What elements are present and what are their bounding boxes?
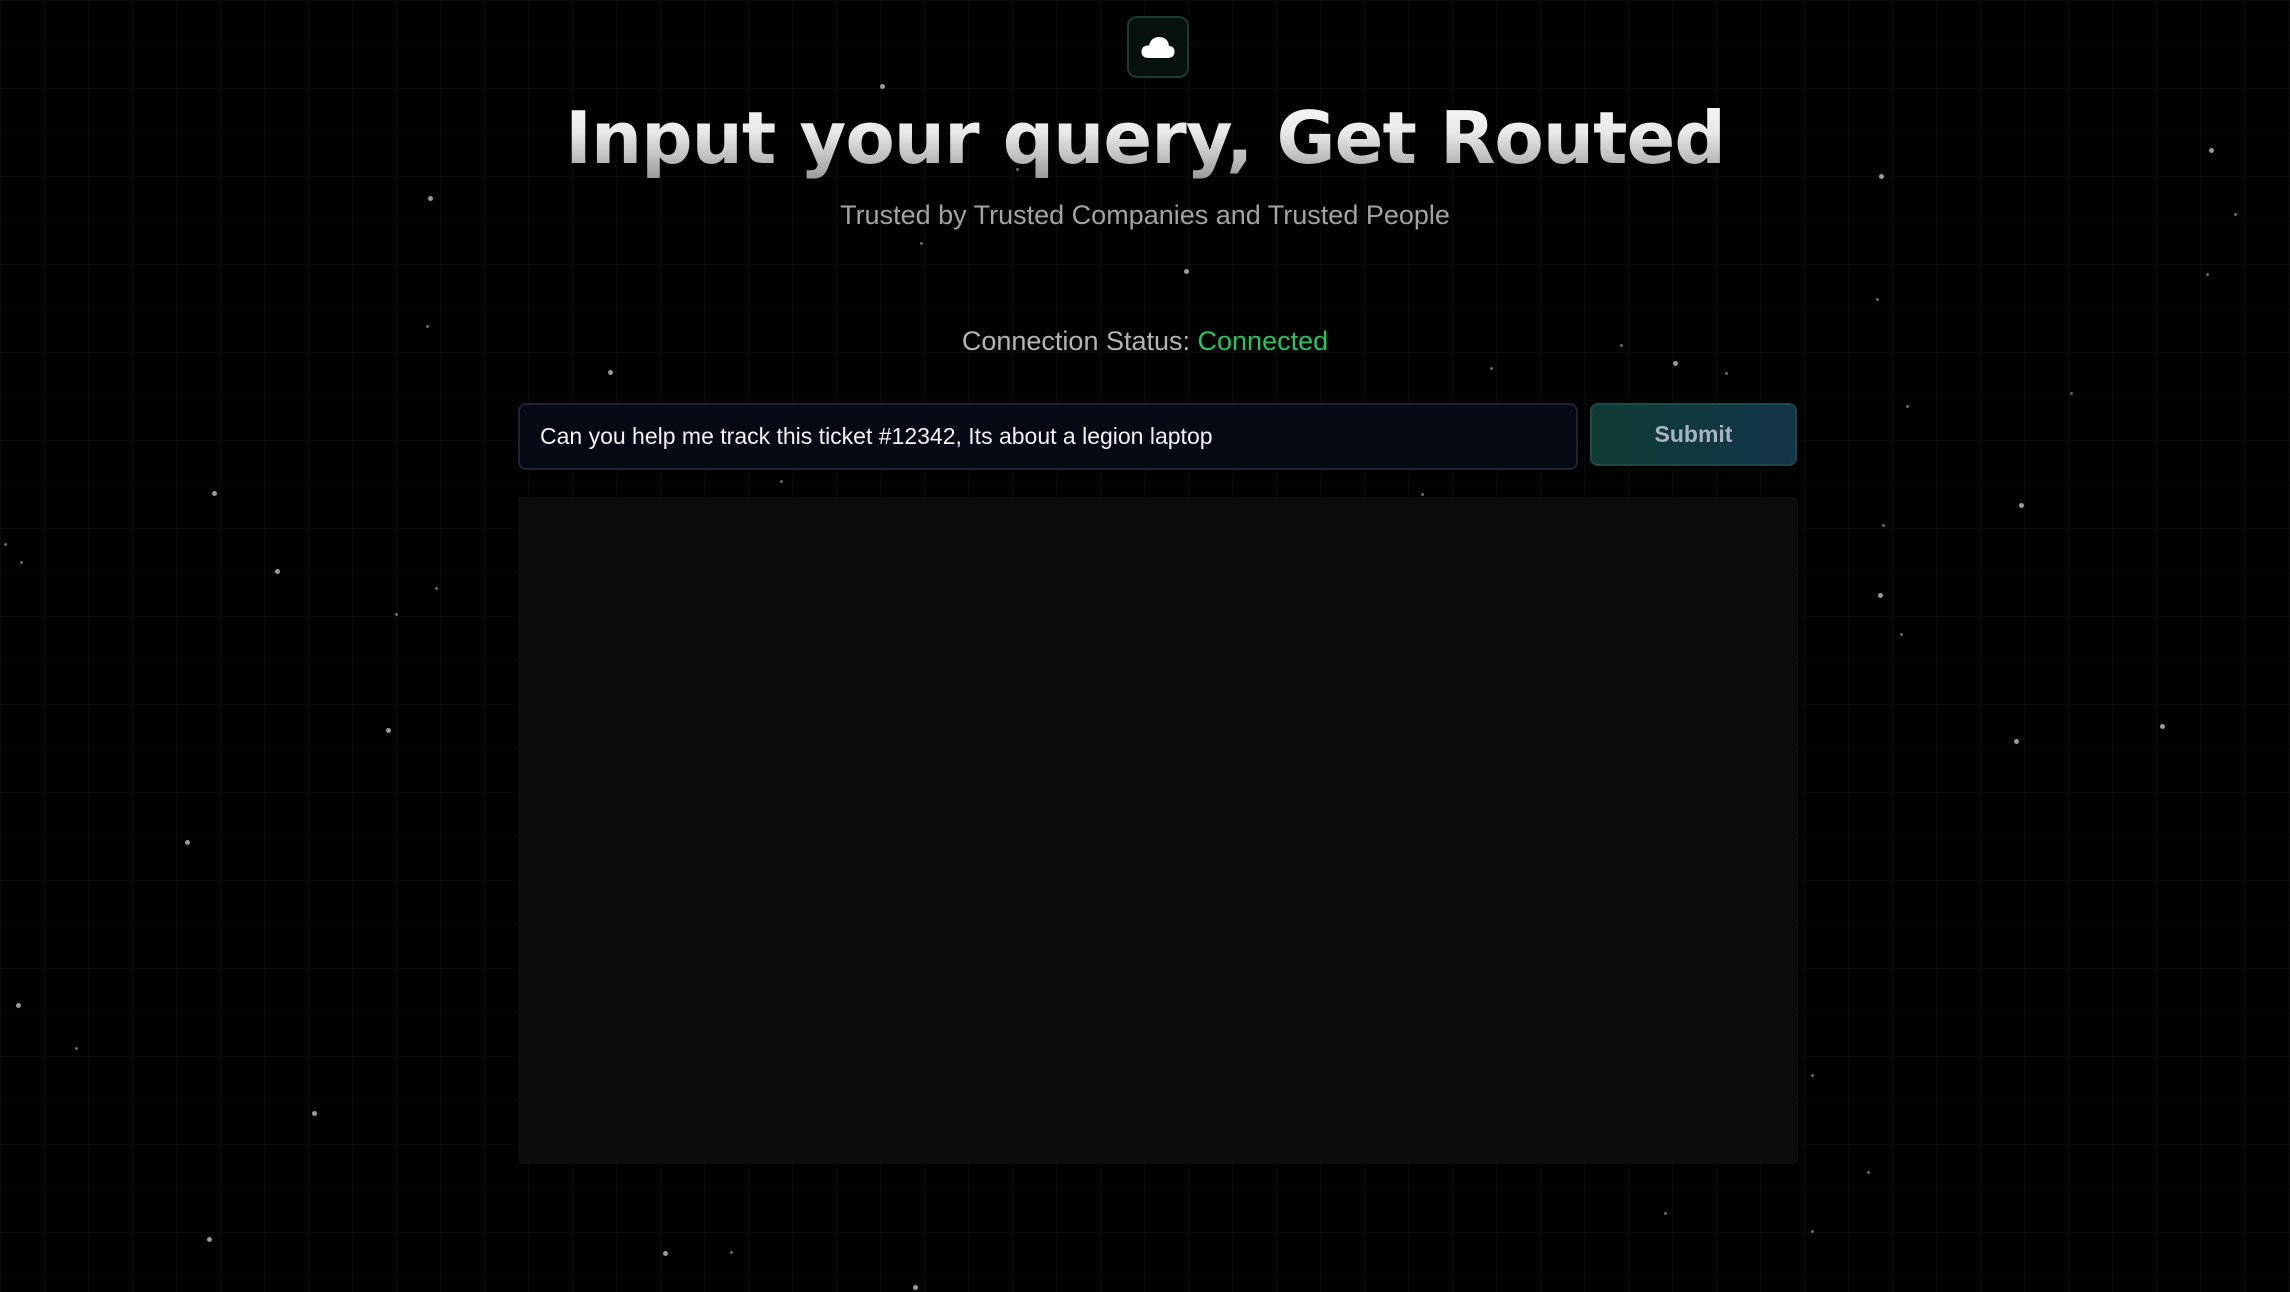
cloud-icon <box>1141 37 1175 58</box>
connection-status-label: Connection Status: <box>961 326 1191 356</box>
connection-status-value: Connected <box>1197 326 1329 356</box>
submit-button[interactable]: Submit <box>1590 403 1797 466</box>
query-input[interactable] <box>518 403 1578 470</box>
response-output-panel <box>518 497 1798 1164</box>
page-title: Input your query, Get Routed <box>0 88 2290 188</box>
logo <box>1127 16 1189 78</box>
connection-status: Connection Status: Connected <box>0 326 2290 357</box>
page-subtitle: Trusted by Trusted Companies and Trusted… <box>840 200 1450 230</box>
page: Input your query, Get Routed Trusted by … <box>0 0 2290 1292</box>
